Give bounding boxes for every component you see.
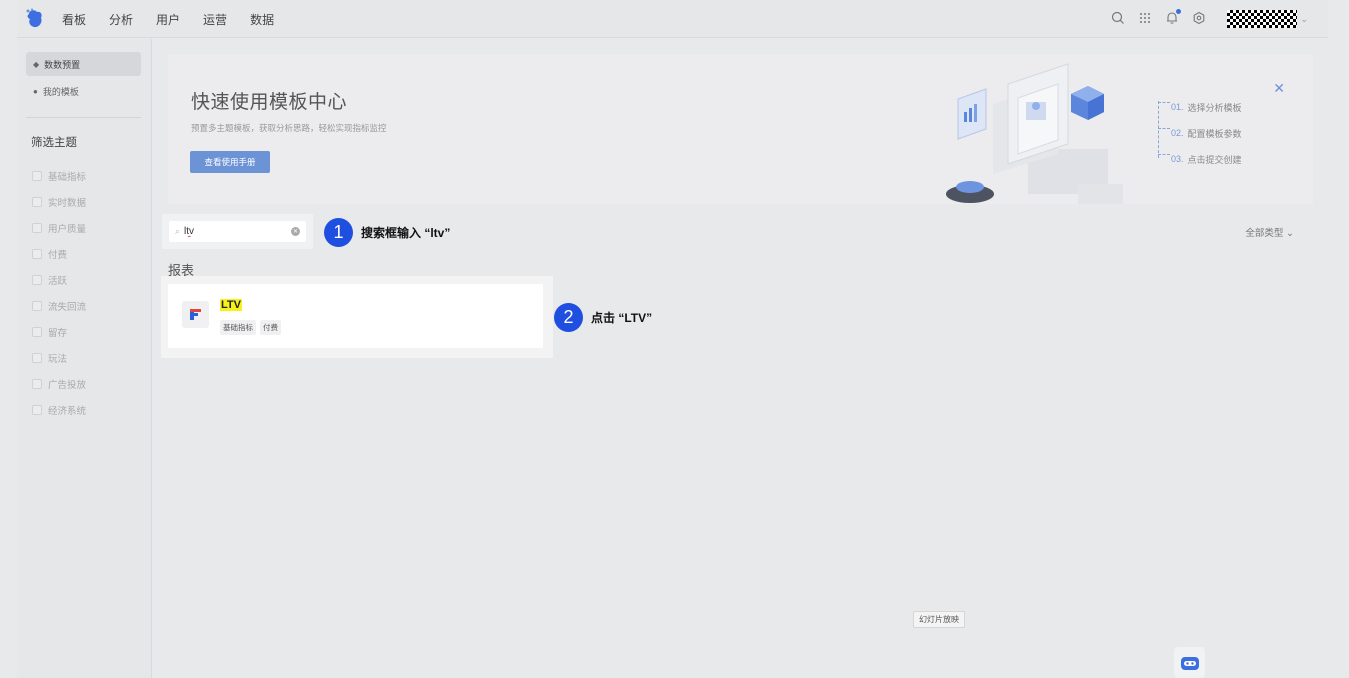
checkbox[interactable] <box>32 353 42 363</box>
robot-icon <box>1180 656 1199 670</box>
type-filter-label: 全部类型 <box>1245 228 1284 239</box>
sidebar-item-label: 数数预置 <box>44 59 81 70</box>
chatbot-button[interactable] <box>1174 647 1205 678</box>
filter-checkbox[interactable]: 活跃 <box>32 267 86 293</box>
sidebar: ◆ 数数预置 ● 我的模板 筛选主题 基础指标 实时数据 用户质量 付费 活跃 … <box>17 39 152 678</box>
search-icon: ⌕ <box>175 226 181 236</box>
user-manual-button[interactable]: 查看使用手册 <box>190 151 270 173</box>
step-item: 02. 配置模板参数 <box>1171 128 1242 139</box>
checkbox[interactable] <box>32 171 42 181</box>
filter-section-title: 筛选主题 <box>31 137 77 149</box>
checkbox[interactable] <box>32 327 42 337</box>
chevron-down-icon: ⌄ <box>1286 228 1294 239</box>
checkbox[interactable] <box>32 197 42 207</box>
checkbox[interactable] <box>32 275 42 285</box>
top-navbar: 看板 分析 用户 运营 数据 ⌄ <box>17 0 1328 38</box>
top-toolbar: ⌄ <box>1100 0 1308 38</box>
nav-item-analysis[interactable]: 分析 <box>109 11 133 28</box>
checkbox[interactable] <box>32 379 42 389</box>
step-callout-text: 点击 “LTV” <box>591 311 653 325</box>
search-highlight-box: ⌕ ✕ <box>162 214 313 249</box>
banner-title: 快速使用模板中心 <box>191 92 348 113</box>
filter-label: 经济系统 <box>48 406 87 417</box>
sidebar-item-preset[interactable]: ◆ 数数预置 <box>26 52 141 76</box>
report-title: LTV <box>220 299 242 311</box>
app-logo[interactable] <box>25 8 45 30</box>
report-card-ltv[interactable]: LTV 基础指标 付费 <box>168 284 543 348</box>
result-highlight-box: LTV 基础指标 付费 <box>161 276 553 358</box>
filter-label: 基础指标 <box>48 172 87 183</box>
step-callout-number: 2 <box>554 303 583 332</box>
tag-icon: ◆ <box>33 59 40 69</box>
sidebar-divider <box>26 117 141 118</box>
nav-item-users[interactable]: 用户 <box>156 11 180 28</box>
checkbox[interactable] <box>32 249 42 259</box>
banner-illustration <box>946 63 1123 204</box>
apps-grid-icon[interactable] <box>1138 11 1154 27</box>
filter-label: 流失回流 <box>48 302 87 313</box>
filter-checkbox[interactable]: 经济系统 <box>32 397 86 423</box>
filter-label: 用户质量 <box>48 224 87 235</box>
filter-checkbox[interactable]: 实时数据 <box>32 189 86 215</box>
filter-checkbox[interactable]: 用户质量 <box>32 215 86 241</box>
filter-label: 付费 <box>48 250 68 261</box>
nav-item-data[interactable]: 数据 <box>250 11 274 28</box>
step-item: 03. 点击提交创建 <box>1171 154 1242 165</box>
filter-checkbox[interactable]: 留存 <box>32 319 86 345</box>
filter-label: 实时数据 <box>48 198 87 209</box>
filter-checkbox[interactable]: 付费 <box>32 241 86 267</box>
nav-item-dashboard[interactable]: 看板 <box>62 11 86 28</box>
search-field[interactable]: ⌕ ✕ <box>169 221 306 242</box>
filter-label: 留存 <box>48 328 68 339</box>
filter-checkbox[interactable]: 流失回流 <box>32 293 86 319</box>
filter-checkbox[interactable]: 广告投放 <box>32 371 86 397</box>
filter-list: 基础指标 实时数据 用户质量 付费 活跃 流失回流 留存 玩法 广告投放 经济系… <box>32 163 86 423</box>
close-icon[interactable]: ✕ <box>1273 80 1285 97</box>
template-center-banner: 快速使用模板中心 预置多主题模板，获取分析思路，轻松实现指标监控 查看使用手册 … <box>168 54 1313 204</box>
checkbox[interactable] <box>32 301 42 311</box>
user-icon: ● <box>33 86 38 96</box>
filter-checkbox[interactable]: 玩法 <box>32 345 86 371</box>
checkbox[interactable] <box>32 223 42 233</box>
report-icon <box>182 301 209 328</box>
search-input[interactable] <box>184 226 280 237</box>
chevron-down-icon[interactable]: ⌄ <box>1300 14 1308 25</box>
filter-label: 玩法 <box>48 354 68 365</box>
step-callout-text: 搜索框输入 “ltv” <box>361 226 451 240</box>
report-tags: 基础指标 付费 <box>220 320 281 335</box>
clear-icon[interactable]: ✕ <box>291 227 300 236</box>
bell-icon[interactable] <box>1165 9 1182 27</box>
user-avatar-masked[interactable] <box>1227 10 1298 28</box>
main-nav: 看板 分析 用户 运营 数据 <box>62 0 297 38</box>
step-item: 01. 选择分析模板 <box>1171 102 1242 113</box>
setup-steps: 01. 选择分析模板 02. 配置模板参数 03. 点击提交创建 <box>1157 94 1242 172</box>
sidebar-item-my-templates[interactable]: ● 我的模板 <box>26 79 141 103</box>
slideshow-tooltip: 幻灯片放映 <box>913 611 965 628</box>
step-callout-number: 1 <box>324 218 353 247</box>
checkbox[interactable] <box>32 405 42 415</box>
banner-subtitle: 预置多主题模板，获取分析思路，轻松实现指标监控 <box>191 123 387 133</box>
nav-item-operations[interactable]: 运营 <box>203 11 227 28</box>
search-icon[interactable] <box>1111 11 1127 27</box>
settings-icon[interactable] <box>1192 11 1208 27</box>
notification-dot <box>1176 9 1182 14</box>
sidebar-item-label: 我的模板 <box>42 86 79 97</box>
filter-label: 活跃 <box>48 276 68 287</box>
type-filter-dropdown[interactable]: 全部类型 ⌄ <box>1245 225 1294 239</box>
filter-checkbox[interactable]: 基础指标 <box>32 163 86 189</box>
report-tag: 付费 <box>260 320 281 335</box>
filter-label: 广告投放 <box>48 380 87 391</box>
report-tag: 基础指标 <box>220 320 256 335</box>
